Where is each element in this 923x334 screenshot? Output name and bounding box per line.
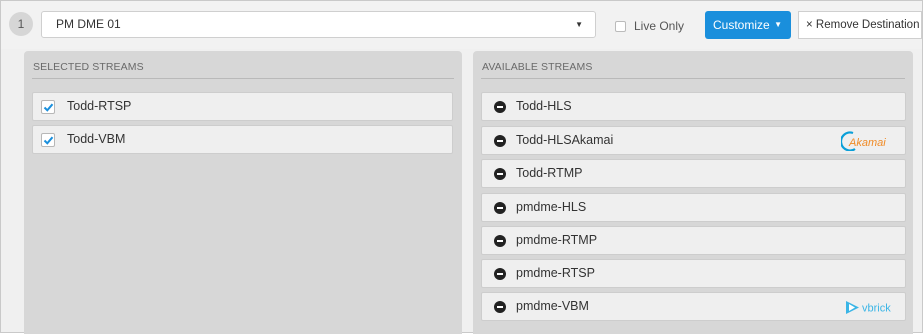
stream-label: Todd-HLSAkamai — [516, 133, 614, 147]
stream-label: pmdme-RTSP — [516, 266, 595, 280]
available-stream-item[interactable]: pmdme-RTMP — [481, 226, 906, 255]
remove-destination-button[interactable]: × Remove Destination — [798, 11, 922, 39]
minus-circle-icon[interactable] — [494, 235, 506, 247]
stream-label: Todd-RTMP — [516, 166, 583, 180]
checkbox-checked-icon[interactable] — [41, 133, 55, 147]
stream-label: Todd-HLS — [516, 99, 572, 113]
minus-circle-icon[interactable] — [494, 168, 506, 180]
selected-stream-item[interactable]: Todd-VBM — [32, 125, 453, 154]
vbrick-logo: vbrick — [846, 301, 891, 315]
available-stream-item[interactable]: Todd-HLS — [481, 92, 906, 121]
minus-circle-icon[interactable] — [494, 268, 506, 280]
destination-row: 1 PM DME 01 ▼ Live Only Customize ▼ × Re… — [0, 0, 923, 334]
checkbox-icon[interactable] — [615, 20, 626, 32]
divider — [481, 78, 905, 79]
minus-circle-icon[interactable] — [494, 135, 506, 147]
customize-button[interactable]: Customize ▼ — [705, 11, 791, 39]
stream-label: pmdme-HLS — [516, 200, 587, 214]
stream-label: Todd-VBM — [67, 132, 126, 146]
akamai-logo-text: Akamai — [848, 137, 886, 149]
checkbox-checked-icon[interactable] — [41, 100, 55, 114]
available-streams-panel: AVAILABLE STREAMS Todd-HLS Todd-HLSAkama… — [473, 51, 913, 334]
stream-label: pmdme-VBM — [516, 299, 589, 313]
minus-circle-icon[interactable] — [494, 301, 506, 313]
destination-select[interactable]: PM DME 01 ▼ — [41, 11, 596, 38]
destination-select-value: PM DME 01 — [56, 17, 121, 31]
minus-circle-icon[interactable] — [494, 202, 506, 214]
stream-label: Todd-RTSP — [67, 99, 132, 113]
available-stream-item[interactable]: Todd-HLSAkamai Akamai — [481, 126, 906, 155]
caret-down-icon: ▼ — [575, 20, 583, 29]
selected-stream-item[interactable]: Todd-RTSP — [32, 92, 453, 121]
vbrick-logo-text: vbrick — [862, 303, 891, 315]
customize-label: Customize — [713, 18, 770, 32]
remove-destination-label: × Remove Destination — [806, 19, 920, 31]
panel-title: AVAILABLE STREAMS — [482, 61, 593, 73]
panel-title: SELECTED STREAMS — [33, 61, 144, 73]
destination-toolbar: 1 PM DME 01 ▼ Live Only Customize ▼ × Re… — [1, 1, 922, 49]
akamai-logo: Akamai — [841, 131, 886, 151]
destination-number-badge: 1 — [9, 12, 33, 36]
available-stream-item[interactable]: pmdme-RTSP — [481, 259, 906, 288]
caret-down-icon: ▼ — [774, 20, 782, 29]
selected-streams-panel: SELECTED STREAMS Todd-RTSP Todd-VBM — [24, 51, 462, 334]
available-stream-item[interactable]: pmdme-HLS — [481, 193, 906, 222]
divider — [32, 78, 454, 79]
available-stream-item[interactable]: Todd-RTMP — [481, 159, 906, 188]
live-only-checkbox[interactable]: Live Only — [615, 18, 684, 34]
minus-circle-icon[interactable] — [494, 101, 506, 113]
stream-label: pmdme-RTMP — [516, 233, 598, 247]
available-stream-item[interactable]: pmdme-VBM vbrick — [481, 292, 906, 321]
live-only-label: Live Only — [634, 19, 685, 33]
